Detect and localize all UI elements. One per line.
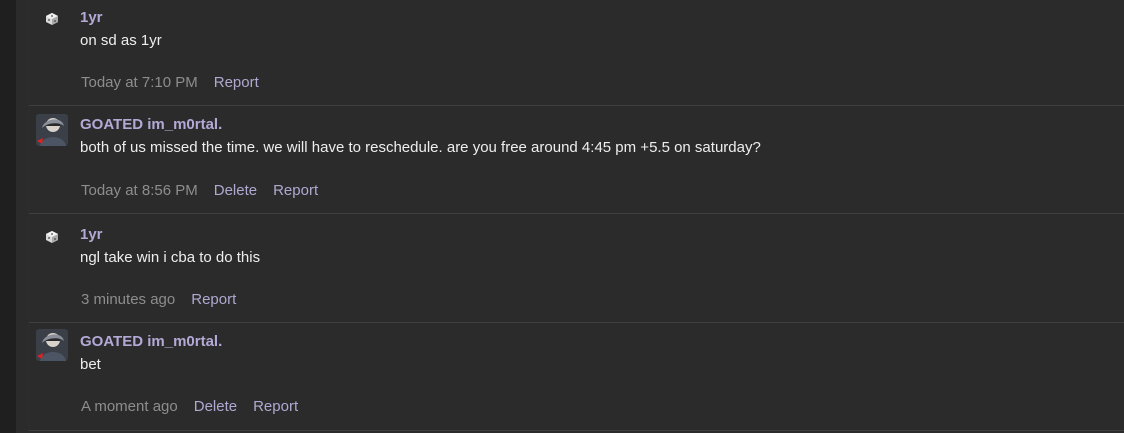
message-text: bet — [80, 356, 101, 373]
message-item: 1yr on sd as 1yr Today at 7:10 PM Report — [29, 0, 1124, 106]
message-meta: 3 minutes ago Report — [81, 291, 236, 309]
username[interactable]: GOATED im_m0rtal. — [80, 333, 1114, 351]
timestamp: A moment ago — [81, 398, 178, 415]
timestamp: 3 minutes ago — [81, 291, 176, 308]
message-content: GOATED im_m0rtal. bet — [80, 333, 1114, 375]
delete-button[interactable]: Delete — [194, 398, 237, 415]
message-meta: A moment ago Delete Report — [81, 398, 298, 416]
message-meta: Today at 8:56 PM Delete Report — [81, 182, 318, 200]
report-button[interactable]: Report — [273, 182, 318, 199]
timestamp: Today at 8:56 PM — [81, 182, 198, 199]
message-list: 1yr on sd as 1yr Today at 7:10 PM Report … — [29, 0, 1124, 433]
message-item: GOATED im_m0rtal. both of us missed the … — [29, 106, 1124, 214]
username[interactable]: GOATED im_m0rtal. — [80, 116, 1114, 134]
message-text: both of us missed the time. we will have… — [80, 139, 761, 156]
report-button[interactable]: Report — [191, 291, 236, 308]
message-text: on sd as 1yr — [80, 32, 162, 49]
dice-icon[interactable] — [45, 230, 59, 244]
username[interactable]: 1yr — [80, 9, 1114, 27]
message-item: GOATED im_m0rtal. bet A moment ago Delete… — [29, 323, 1124, 431]
message-item: 1yr ngl take win i cba to do this 3 minu… — [29, 214, 1124, 323]
message-content: GOATED im_m0rtal. both of us missed the … — [80, 116, 1114, 158]
message-text: ngl take win i cba to do this — [80, 249, 261, 266]
dice-icon[interactable] — [45, 12, 59, 26]
left-rule — [16, 0, 29, 433]
username[interactable]: 1yr — [80, 226, 1114, 244]
user-avatar-image[interactable] — [36, 114, 68, 146]
message-content: 1yr ngl take win i cba to do this — [80, 226, 1114, 268]
message-content: 1yr on sd as 1yr — [80, 9, 1114, 51]
report-button[interactable]: Report — [214, 74, 259, 91]
left-gutter — [0, 0, 16, 433]
message-meta: Today at 7:10 PM Report — [81, 74, 259, 92]
delete-button[interactable]: Delete — [214, 182, 257, 199]
timestamp: Today at 7:10 PM — [81, 74, 198, 91]
report-button[interactable]: Report — [253, 398, 298, 415]
user-avatar-image[interactable] — [36, 329, 68, 361]
